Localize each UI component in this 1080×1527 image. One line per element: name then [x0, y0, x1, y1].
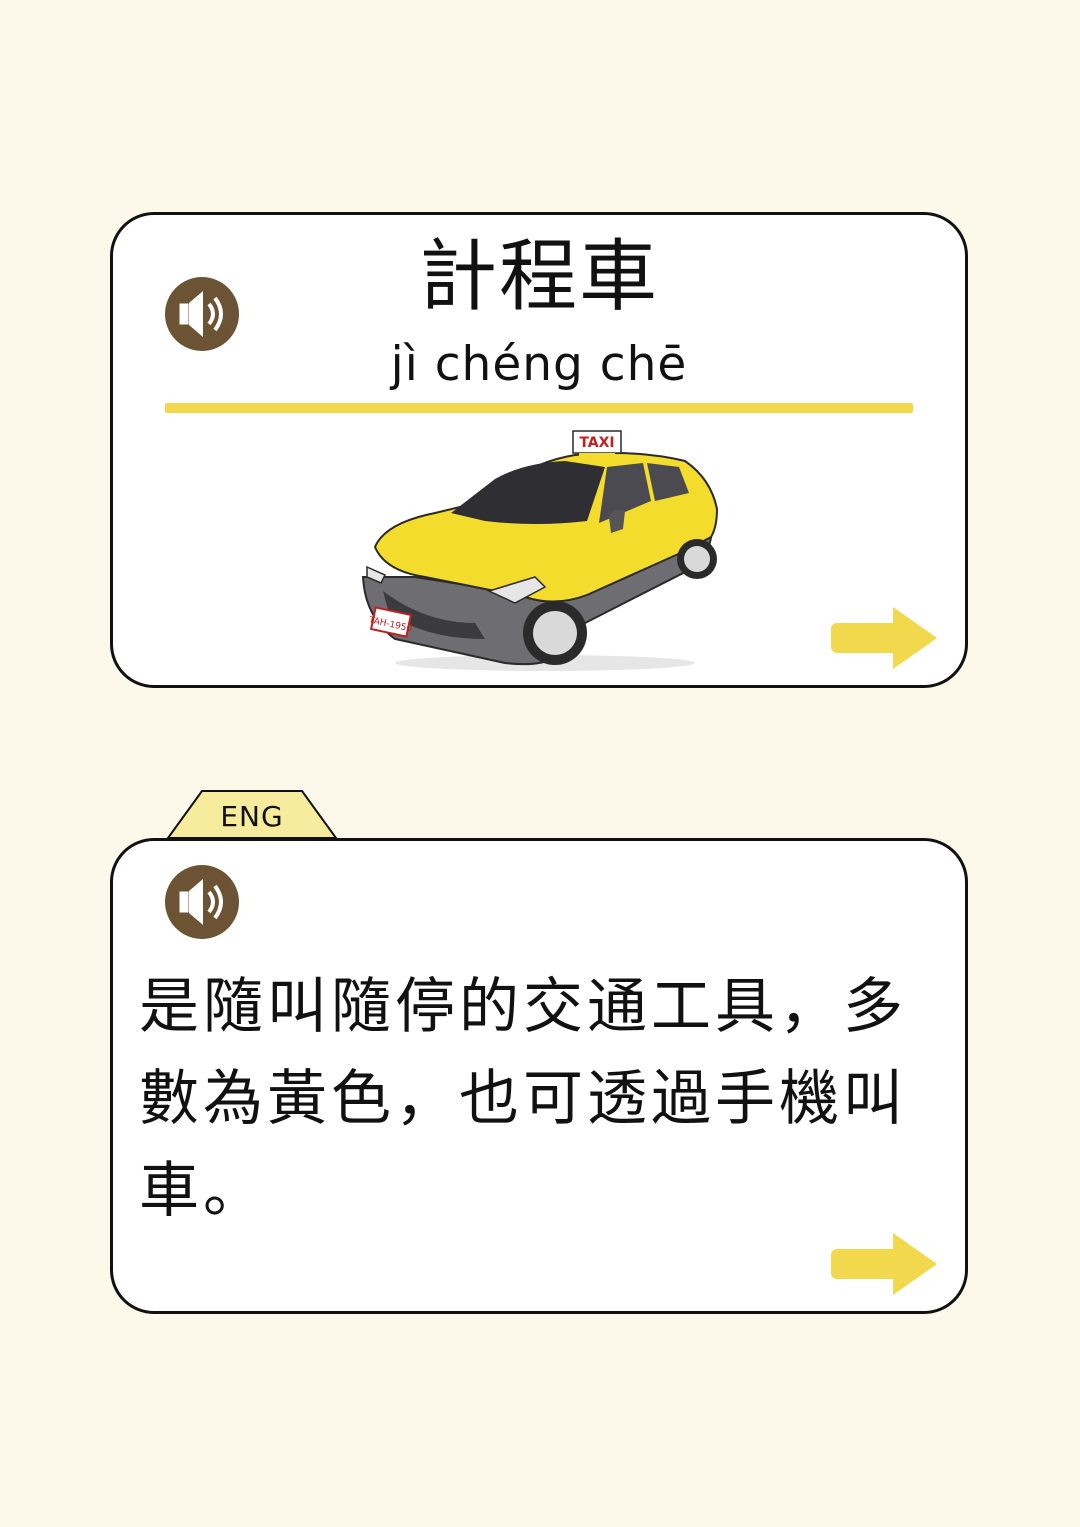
pinyin-text: jì chéng chē: [390, 337, 688, 392]
description-text: 是隨叫隨停的交通工具，多數為黃色，也可透過手機叫車。: [139, 972, 907, 1226]
taxi-sign: TAXI: [579, 435, 614, 451]
eng-tab-label: ENG: [220, 800, 284, 833]
flashcard-page: 計程車 jì chéng chē TAH-1950 TAXI ENG 是隨叫隨停…: [0, 0, 1080, 1527]
divider-line: [165, 403, 913, 413]
description-card: 是隨叫隨停的交通工具，多數為黃色，也可透過手機叫車。: [110, 838, 968, 1314]
arrow-right-icon[interactable]: [829, 1231, 939, 1297]
word-card: 計程車 jì chéng chē TAH-1950 TAXI: [110, 212, 968, 688]
eng-tab[interactable]: ENG: [166, 789, 338, 839]
arrow-right-icon[interactable]: [829, 605, 939, 671]
speaker-icon[interactable]: [165, 865, 239, 939]
word-title: 計程車: [418, 232, 659, 322]
taxi-illustration: TAH-1950 TAXI: [361, 430, 719, 671]
